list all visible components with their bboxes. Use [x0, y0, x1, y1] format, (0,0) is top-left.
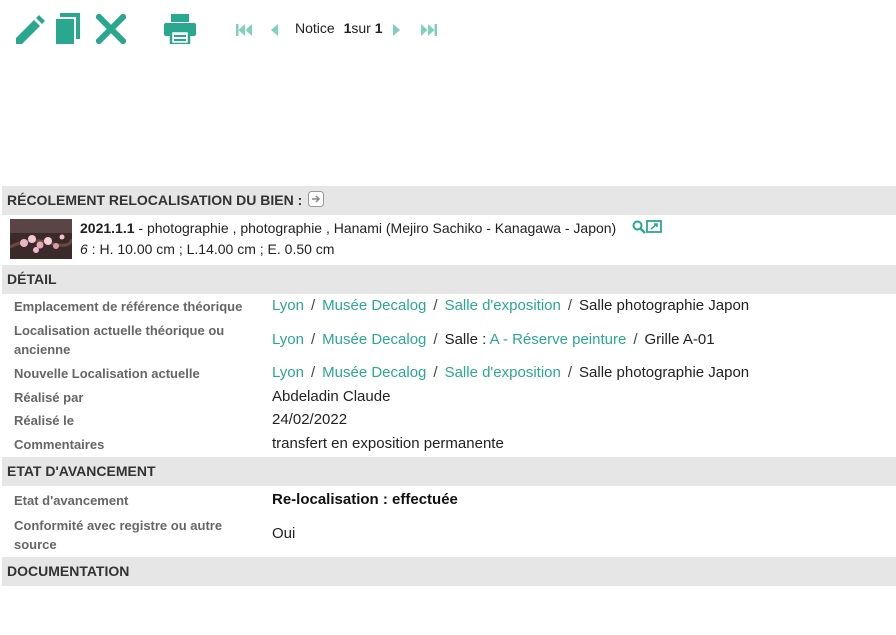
- copy-icon[interactable]: [55, 13, 81, 45]
- field-label: Réalisé le: [14, 413, 74, 428]
- last-page-icon[interactable]: [421, 23, 437, 37]
- open-record-icon[interactable]: [646, 220, 663, 234]
- conformity-value: Oui: [272, 525, 296, 542]
- location-link-musee[interactable]: Musée Decalog: [322, 364, 426, 381]
- comment-value: transfert en exposition permanente: [272, 435, 504, 452]
- current-location-path: Lyon / Musée Decalog / Salle : A - Réserve p…: [272, 331, 715, 348]
- field-label: Emplacement de référence théorique: [14, 299, 243, 314]
- section-title: ETAT D'AVANCEMENT: [7, 463, 156, 479]
- next-page-icon[interactable]: [392, 23, 401, 37]
- location-link-lyon[interactable]: Lyon: [272, 297, 304, 314]
- nav-total: 1: [374, 20, 383, 36]
- expand-arrow-icon[interactable]: [308, 191, 325, 207]
- location-final: Grille A-01: [644, 331, 715, 348]
- reference-location-path: Lyon / Musée Decalog / Salle d'exposition / Sa…: [272, 297, 750, 314]
- new-location-path: Lyon / Musée Decalog / Salle d'exposition / Sa…: [272, 364, 750, 381]
- location-final: Salle photographie Japon: [579, 364, 750, 381]
- field-label: Nouvelle Localisation actuelle: [14, 366, 200, 381]
- section-detail-header: DÉTAIL: [2, 265, 896, 294]
- object-inventory-number: 2021.1.1: [80, 220, 135, 236]
- nav-of: sur: [351, 20, 371, 36]
- location-link-reserve[interactable]: A - Réserve peinture: [490, 331, 627, 348]
- search-icon[interactable]: [632, 220, 646, 234]
- location-prefix: Salle :: [444, 331, 490, 348]
- field-label: Etat d'avancement: [14, 493, 129, 508]
- location-link-salle[interactable]: Salle d'exposition: [445, 364, 561, 381]
- location-final: Salle photographie Japon: [579, 297, 750, 314]
- record-navigation: Notice 1sur 1: [295, 20, 383, 36]
- object-summary: 2021.1.1 - photographie , photographie ,…: [2, 215, 896, 263]
- section-title: DOCUMENTATION: [7, 563, 130, 579]
- location-link-musee[interactable]: Musée Decalog: [322, 297, 426, 314]
- field-label: Conformité avec registre ou autre source: [14, 518, 223, 552]
- field-label: Localisation actuelle théorique ou ancie…: [14, 323, 225, 357]
- location-link-salle[interactable]: Salle d'exposition: [445, 297, 561, 314]
- nav-label: Notice: [295, 20, 335, 36]
- object-thumbnail[interactable]: [10, 219, 72, 259]
- field-label: Commentaires: [14, 437, 105, 452]
- section-recolement-header: RÉCOLEMENT RELOCALISATION DU BIEN :: [2, 186, 896, 215]
- location-link-musee[interactable]: Musée Decalog: [322, 331, 426, 348]
- close-icon[interactable]: [96, 14, 126, 44]
- location-link-lyon[interactable]: Lyon: [272, 331, 304, 348]
- first-page-icon[interactable]: [236, 23, 252, 37]
- status-value: Re-localisation : effectuée: [272, 491, 458, 508]
- realized-date-value: 24/02/2022: [272, 411, 348, 428]
- object-description: - photographie , photographie , Hanami (…: [134, 220, 617, 236]
- location-link-lyon[interactable]: Lyon: [272, 364, 304, 381]
- section-title: DÉTAIL: [7, 271, 57, 287]
- object-dimension-prefix: 6: [80, 241, 88, 257]
- pencil-icon[interactable]: [14, 14, 46, 46]
- section-title: RÉCOLEMENT RELOCALISATION DU BIEN :: [7, 192, 303, 208]
- print-icon[interactable]: [164, 14, 196, 44]
- section-documentation-header: DOCUMENTATION: [2, 557, 896, 586]
- section-status-header: ETAT D'AVANCEMENT: [2, 457, 896, 486]
- field-label: Réalisé par: [14, 390, 84, 405]
- object-dimensions: : H. 10.00 cm ; L.14.00 cm ; E. 0.50 cm: [87, 241, 335, 257]
- toolbar: Notice 1sur 1: [0, 0, 896, 60]
- object-title-line: 2021.1.1 - photographie , photographie ,…: [80, 220, 663, 236]
- object-dimensions-line: 6 : H. 10.00 cm ; L.14.00 cm ; E. 0.50 c…: [80, 241, 334, 257]
- previous-page-icon[interactable]: [270, 23, 279, 37]
- realized-by-value: Abdeladin Claude: [272, 388, 391, 405]
